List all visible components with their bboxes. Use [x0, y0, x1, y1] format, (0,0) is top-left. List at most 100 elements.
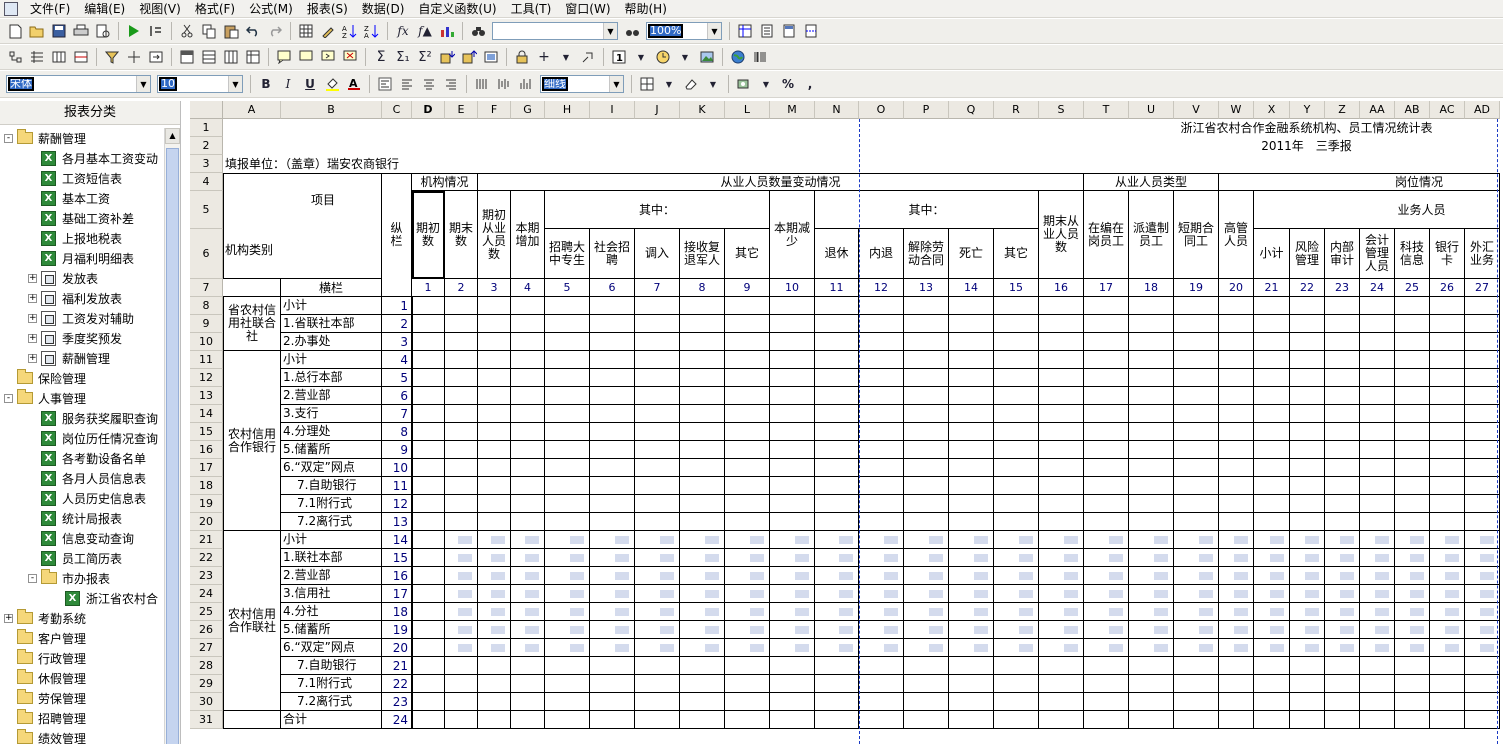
header-label[interactable]: 内退	[859, 229, 904, 279]
data-cell[interactable]	[1290, 657, 1325, 675]
data-cell[interactable]	[412, 675, 445, 693]
data-cell[interactable]	[412, 603, 445, 621]
data-cell[interactable]	[1254, 369, 1290, 387]
valign-bottom-icon[interactable]	[517, 75, 535, 93]
tree-item[interactable]: X 基本工资	[28, 188, 110, 208]
data-cell[interactable]	[994, 387, 1039, 405]
data-cell[interactable]	[815, 657, 859, 675]
data-cell[interactable]	[770, 675, 815, 693]
data-cell[interactable]	[859, 333, 904, 351]
expand-toggle-icon[interactable]: +	[4, 613, 13, 623]
data-cell[interactable]	[445, 351, 478, 369]
data-cell[interactable]	[1290, 441, 1325, 459]
data-cell[interactable]	[590, 405, 635, 423]
data-cell[interactable]	[445, 513, 478, 531]
data-cell[interactable]	[1254, 513, 1290, 531]
tree-item[interactable]: X 各月基本工资变动	[28, 148, 158, 168]
data-cell[interactable]	[1039, 297, 1084, 315]
align-left-icon[interactable]	[376, 75, 394, 93]
data-cell[interactable]	[680, 351, 725, 369]
tree-item[interactable]: + 考勤系统	[4, 608, 86, 628]
data-cell[interactable]	[815, 459, 859, 477]
data-cell[interactable]	[770, 693, 815, 711]
data-cell[interactable]	[1084, 513, 1129, 531]
expand-toggle-icon[interactable]: -	[4, 393, 13, 403]
selected-cell[interactable]	[412, 191, 445, 279]
data-cell[interactable]	[511, 333, 545, 351]
data-cell[interactable]	[590, 657, 635, 675]
data-cell[interactable]	[1084, 441, 1129, 459]
data-cell[interactable]	[904, 441, 949, 459]
column-header[interactable]: Y	[1290, 101, 1325, 119]
data-cell[interactable]	[590, 711, 635, 729]
data-cell[interactable]	[412, 477, 445, 495]
data-cell[interactable]	[1395, 405, 1430, 423]
data-cell[interactable]	[1430, 477, 1465, 495]
menu-item[interactable]: 文件(F)	[24, 0, 78, 18]
data-cell[interactable]	[725, 693, 770, 711]
table-style-2-icon[interactable]	[200, 48, 218, 66]
data-cell[interactable]	[859, 675, 904, 693]
header-label[interactable]: 社会招聘	[590, 229, 635, 279]
data-cell[interactable]	[1360, 387, 1395, 405]
data-cell[interactable]	[1325, 351, 1360, 369]
menu-item[interactable]: 报表(S)	[301, 0, 356, 18]
data-cell[interactable]	[545, 711, 590, 729]
data-cell[interactable]	[1465, 693, 1500, 711]
tree-structure-icon[interactable]	[6, 48, 24, 66]
data-cell[interactable]	[590, 513, 635, 531]
data-cell[interactable]	[904, 297, 949, 315]
data-cell[interactable]	[478, 405, 511, 423]
comment-icon[interactable]	[275, 48, 293, 66]
data-cell[interactable]	[478, 711, 511, 729]
data-cell[interactable]	[1129, 459, 1174, 477]
data-cell[interactable]	[1290, 369, 1325, 387]
data-cell[interactable]	[445, 423, 478, 441]
data-cell[interactable]	[1254, 477, 1290, 495]
data-cell[interactable]	[1290, 351, 1325, 369]
data-cell[interactable]	[412, 351, 445, 369]
data-cell[interactable]	[590, 441, 635, 459]
data-cell[interactable]	[815, 513, 859, 531]
data-cell[interactable]	[412, 423, 445, 441]
data-cell[interactable]	[1325, 369, 1360, 387]
data-cell[interactable]	[1129, 513, 1174, 531]
data-cell[interactable]	[1039, 477, 1084, 495]
data-cell[interactable]	[590, 351, 635, 369]
data-cell[interactable]	[1084, 297, 1129, 315]
data-cell[interactable]	[445, 657, 478, 675]
data-cell[interactable]	[949, 675, 994, 693]
header-label[interactable]: 其它	[725, 229, 770, 279]
data-cell[interactable]	[412, 567, 445, 585]
data-cell[interactable]	[1325, 333, 1360, 351]
format-painter-icon[interactable]	[319, 22, 337, 40]
data-cell[interactable]	[725, 675, 770, 693]
data-cell[interactable]	[770, 477, 815, 495]
column-header[interactable]: N	[815, 101, 859, 119]
data-cell[interactable]	[1465, 657, 1500, 675]
data-cell[interactable]	[1430, 459, 1465, 477]
menu-item[interactable]: 编辑(E)	[78, 0, 133, 18]
data-cell[interactable]	[445, 477, 478, 495]
data-cell[interactable]	[1395, 495, 1430, 513]
data-cell[interactable]	[1395, 441, 1430, 459]
data-cell[interactable]	[1039, 459, 1084, 477]
data-cell[interactable]	[635, 333, 680, 351]
data-cell[interactable]	[412, 297, 445, 315]
row-header[interactable]: 31	[190, 711, 223, 729]
column-header[interactable]: S	[1039, 101, 1084, 119]
valign-top-icon[interactable]	[473, 75, 491, 93]
data-cell[interactable]	[1430, 351, 1465, 369]
column-header[interactable]: AA	[1360, 101, 1395, 119]
data-cell[interactable]	[1290, 513, 1325, 531]
data-cell[interactable]	[1174, 405, 1219, 423]
data-cell[interactable]	[1395, 693, 1430, 711]
data-cell[interactable]	[815, 351, 859, 369]
menu-item[interactable]: 数据(D)	[356, 0, 413, 18]
search-combo[interactable]: ▼	[492, 22, 618, 40]
data-cell[interactable]	[635, 711, 680, 729]
data-cell[interactable]	[1129, 711, 1174, 729]
data-cell[interactable]	[1084, 369, 1129, 387]
row-header[interactable]: 12	[190, 369, 223, 387]
data-cell[interactable]	[1465, 675, 1500, 693]
